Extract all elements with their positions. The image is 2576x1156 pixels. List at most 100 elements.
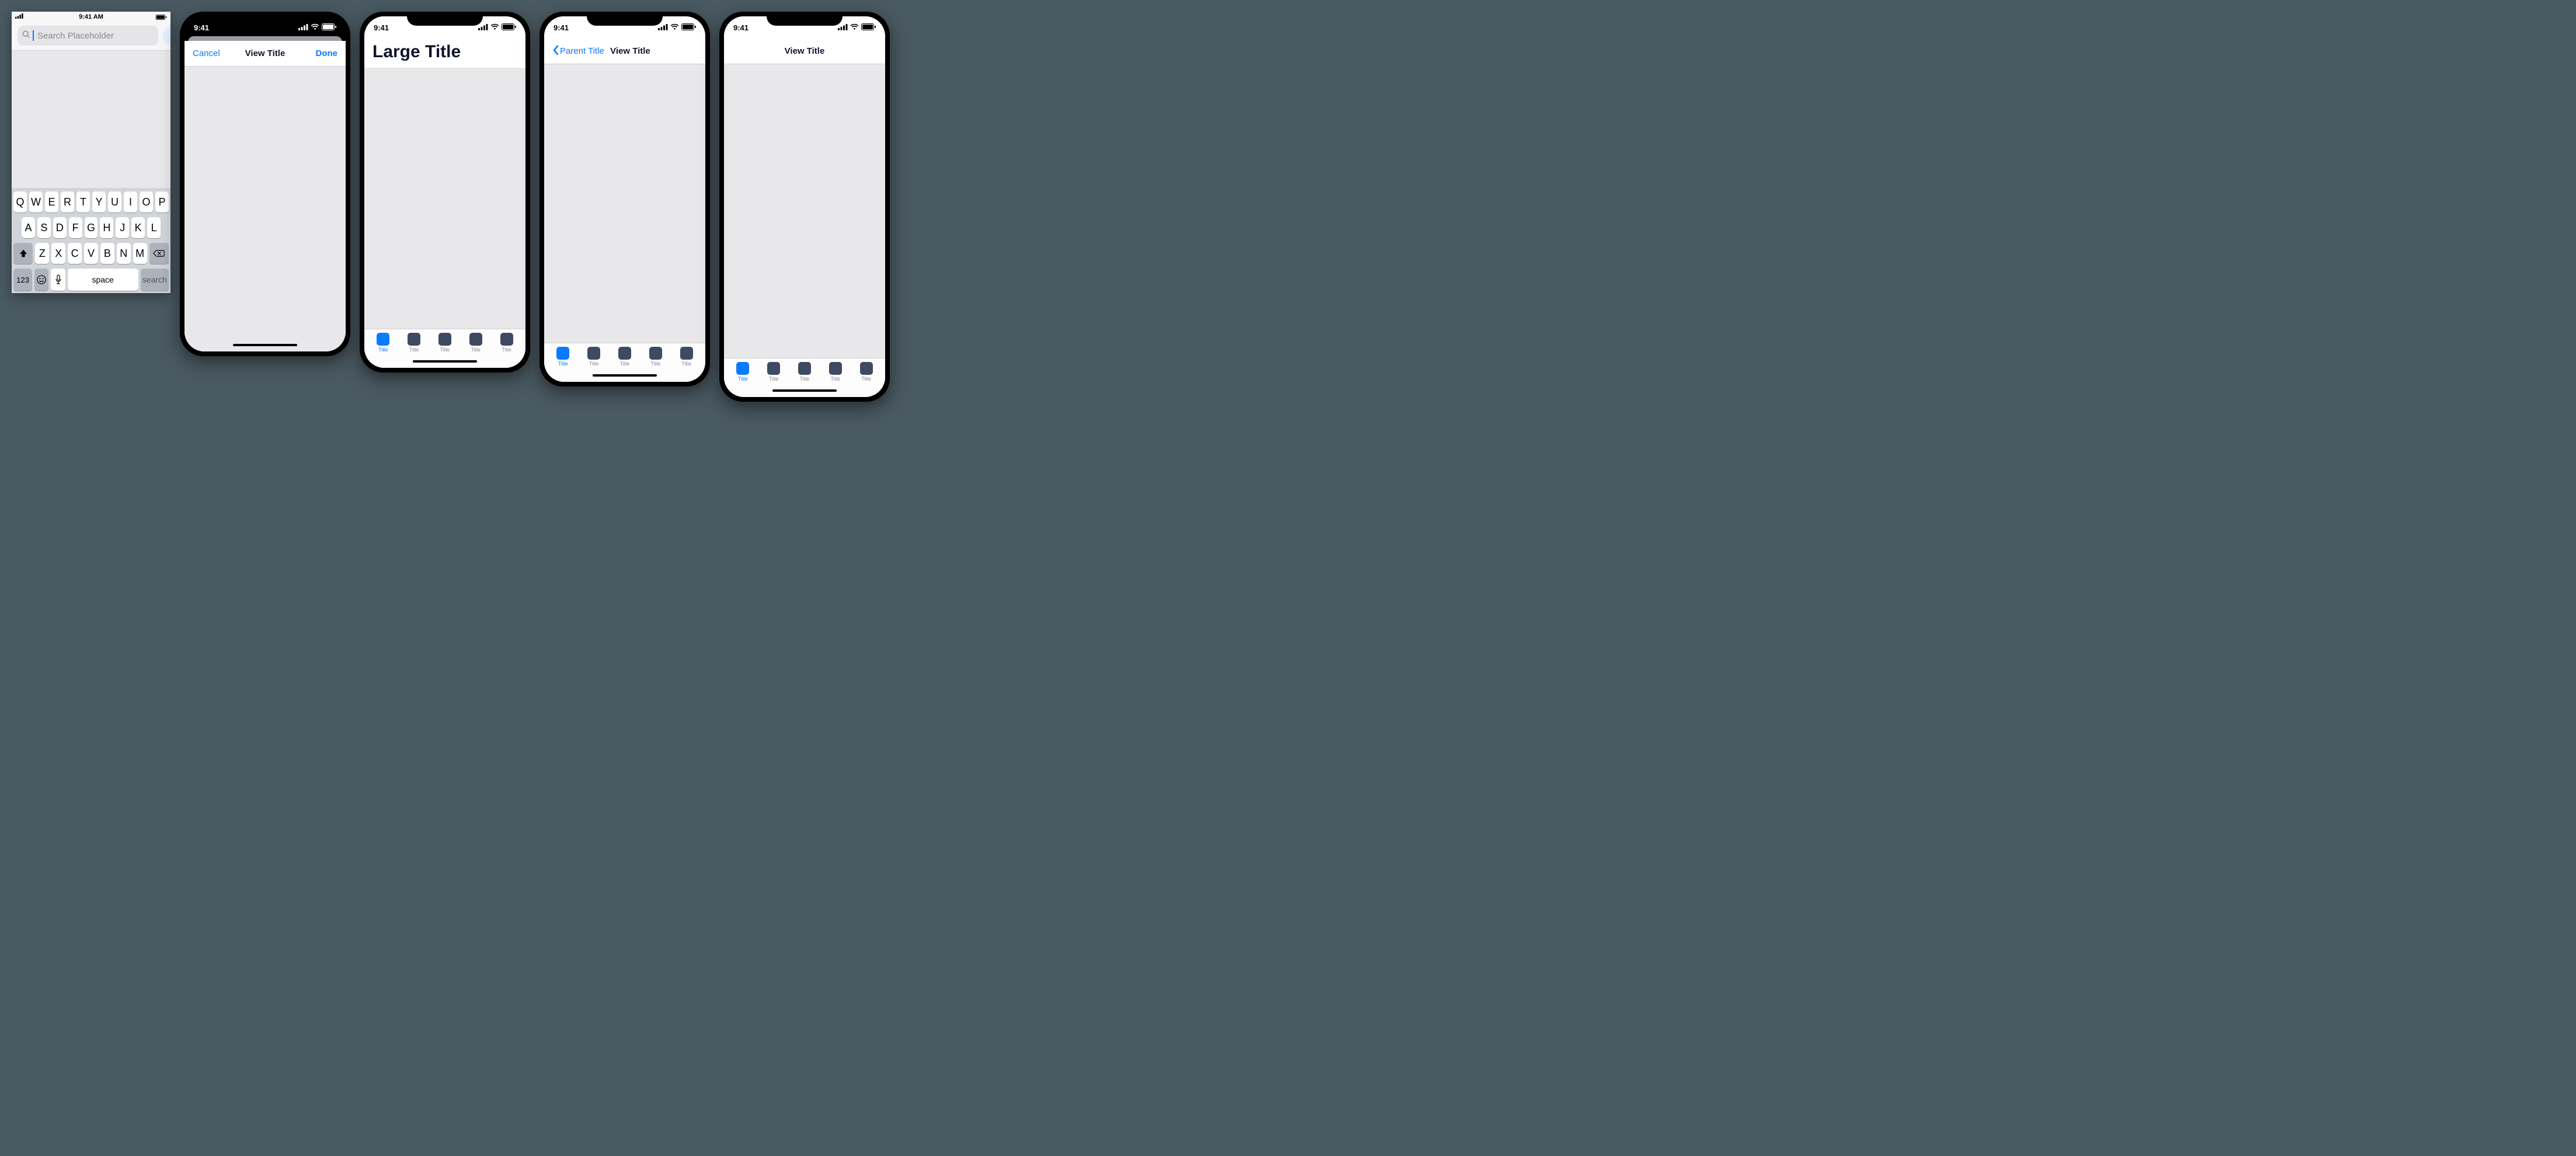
key-b[interactable]: B [100, 243, 114, 264]
notch [587, 12, 663, 26]
tab-item-4[interactable]: Title [469, 333, 482, 353]
key-e[interactable]: E [45, 191, 58, 213]
key-row-2: A S D F G H J K L [13, 217, 169, 238]
wifi-icon [850, 23, 859, 32]
tab-label: Title [738, 376, 748, 382]
key-c[interactable]: C [68, 243, 82, 264]
tab-item-2[interactable]: Title [767, 362, 780, 382]
key-p[interactable]: P [155, 191, 169, 213]
key-r[interactable]: R [61, 191, 74, 213]
key-v[interactable]: V [84, 243, 98, 264]
signal-icon [15, 13, 23, 20]
tab-item-5[interactable]: Title [860, 362, 873, 382]
tab-icon [767, 362, 780, 375]
large-title-bar: Large Title [364, 39, 525, 68]
content-area [185, 67, 346, 339]
status-time: 9:41 [733, 23, 763, 32]
phone-large-title: 9:41 Large Title Title Title Title Title… [360, 12, 530, 372]
back-label: Parent Title [560, 46, 604, 56]
shift-key[interactable] [13, 243, 33, 264]
tab-icon [680, 347, 693, 360]
battery-icon [861, 23, 876, 32]
search-field[interactable] [18, 26, 158, 46]
key-j[interactable]: J [116, 217, 129, 238]
keyboard: Q W E R T Y U I O P A S D F G H J K L [12, 188, 170, 293]
key-u[interactable]: U [108, 191, 121, 213]
home-indicator[interactable] [185, 339, 346, 351]
tab-item-3[interactable]: Title [618, 347, 631, 367]
back-button[interactable]: Parent Title [552, 45, 604, 58]
home-indicator[interactable] [724, 384, 885, 397]
key-row-4: 123 space search [13, 269, 169, 291]
key-d[interactable]: D [53, 217, 67, 238]
status-time: 9:41 [554, 23, 583, 32]
key-o[interactable]: O [140, 191, 153, 213]
signal-icon [298, 23, 308, 32]
status-time: 9:41 [194, 23, 223, 32]
key-row-3: Z X C V B N M [13, 243, 169, 264]
key-w[interactable]: W [29, 191, 43, 213]
key-g[interactable]: G [85, 217, 98, 238]
mic-key[interactable] [51, 269, 65, 291]
key-m[interactable]: M [133, 243, 147, 264]
status-time: 9:41 [374, 23, 403, 32]
chevron-left-icon [552, 45, 559, 58]
home-indicator[interactable] [544, 369, 705, 382]
tab-icon [500, 333, 513, 346]
tab-label: Title [830, 376, 840, 382]
tab-item-2[interactable]: Title [587, 347, 600, 367]
key-s[interactable]: S [37, 217, 51, 238]
tab-item-1[interactable]: Title [377, 333, 389, 353]
tab-item-5[interactable]: Title [680, 347, 693, 367]
key-y[interactable]: Y [92, 191, 106, 213]
search-cancel-button[interactable]: Cancel [163, 27, 170, 44]
tab-icon [438, 333, 451, 346]
tab-label: Title [861, 376, 871, 382]
tab-item-3[interactable]: Title [438, 333, 451, 353]
space-key[interactable]: space [68, 269, 138, 291]
tab-icon [556, 347, 569, 360]
emoji-key[interactable] [34, 269, 48, 291]
key-k[interactable]: K [131, 217, 145, 238]
key-a[interactable]: A [22, 217, 35, 238]
done-button[interactable]: Done [297, 48, 337, 58]
signal-icon [478, 23, 488, 32]
status-bar: 9:41 AM [12, 12, 170, 22]
tab-item-2[interactable]: Title [408, 333, 420, 353]
tab-item-3[interactable]: Title [798, 362, 811, 382]
battery-icon [502, 23, 516, 32]
key-x[interactable]: X [51, 243, 65, 264]
battery-icon [155, 15, 167, 20]
tab-bar: Title Title Title Title Title [364, 329, 525, 355]
tab-icon [587, 347, 600, 360]
tab-item-1[interactable]: Title [736, 362, 749, 382]
key-q[interactable]: Q [13, 191, 27, 213]
wifi-icon [490, 23, 499, 32]
tab-icon [469, 333, 482, 346]
tab-item-4[interactable]: Title [649, 347, 662, 367]
key-f[interactable]: F [69, 217, 82, 238]
tab-item-1[interactable]: Title [556, 347, 569, 367]
notch [407, 12, 483, 26]
home-indicator[interactable] [364, 355, 525, 368]
key-n[interactable]: N [117, 243, 131, 264]
tab-label: Title [589, 361, 599, 367]
search-input[interactable] [37, 31, 154, 41]
numbers-key[interactable]: 123 [13, 269, 32, 291]
tab-item-5[interactable]: Title [500, 333, 513, 353]
key-h[interactable]: H [100, 217, 113, 238]
backspace-key[interactable] [149, 243, 169, 264]
content-area [724, 64, 885, 358]
phone-title-only: 9:41 View Title Title Title Title Title … [719, 12, 890, 402]
text-caret [33, 30, 34, 41]
cancel-button[interactable]: Cancel [193, 48, 234, 58]
tab-icon [377, 333, 389, 346]
search-key[interactable]: search [141, 269, 169, 291]
tab-icon [649, 347, 662, 360]
tab-item-4[interactable]: Title [829, 362, 842, 382]
key-l[interactable]: L [147, 217, 161, 238]
key-z[interactable]: Z [35, 243, 49, 264]
content-area [544, 64, 705, 343]
key-i[interactable]: I [124, 191, 137, 213]
key-t[interactable]: T [76, 191, 90, 213]
